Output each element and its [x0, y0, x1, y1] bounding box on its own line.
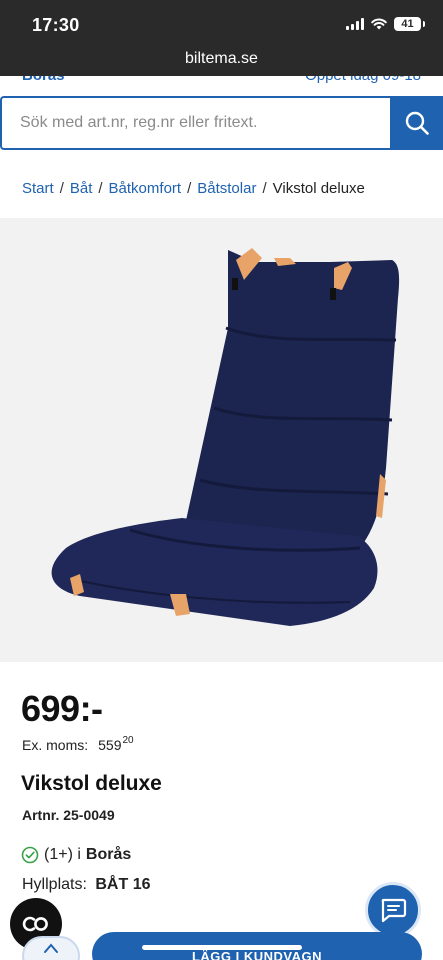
chat-icon [381, 898, 407, 923]
ex-vat-label: Ex. moms: [22, 737, 89, 753]
search-input[interactable] [0, 96, 390, 150]
opening-hours: Öppet idag 09-18 [305, 76, 421, 84]
ex-vat-decimals: 20 [122, 735, 134, 746]
wifi-icon [371, 18, 387, 30]
product-price: 699:- [21, 688, 103, 729]
breadcrumb-separator: / [59, 180, 64, 197]
battery-icon: 41 [394, 17, 425, 31]
search-bar [0, 96, 443, 150]
signal-icon [346, 18, 364, 30]
search-button[interactable] [390, 96, 443, 150]
folding-chair-illustration [51, 248, 400, 626]
store-header: Borås Öppet idag 09-18 [0, 76, 443, 88]
status-time: 17:30 [32, 15, 80, 35]
shelf-label: Hyllplats: [22, 876, 87, 893]
compare-button[interactable] [22, 936, 80, 960]
stock-store: Borås [85, 846, 132, 863]
search-icon [405, 111, 429, 135]
article-number: Artnr. 25-0049 [22, 807, 115, 823]
price-ex-vat: Ex. moms: 559 20 [22, 735, 134, 753]
shelf-location: Hyllplats: BÅT 16 [22, 876, 150, 894]
product-title: Vikstol deluxe [21, 772, 162, 795]
breadcrumb-batkomfort[interactable]: Båtkomfort [109, 180, 182, 197]
breadcrumb-current: Vikstol deluxe [272, 180, 365, 197]
ex-vat-integer: 559 [98, 737, 122, 753]
product-image[interactable] [0, 218, 443, 662]
stock-status[interactable]: (1+) i Borås [21, 846, 131, 864]
breadcrumb-separator: / [187, 180, 192, 197]
breadcrumb-separator: / [262, 180, 267, 197]
co-icon [22, 916, 48, 932]
home-indicator [142, 945, 302, 950]
selected-store[interactable]: Borås [22, 76, 65, 84]
breadcrumb-separator: / [98, 180, 103, 197]
status-bar: 17:30 41 [0, 0, 443, 46]
breadcrumb-batstolar[interactable]: Båtstolar [197, 180, 256, 197]
chat-button[interactable] [365, 882, 421, 938]
breadcrumb-bat[interactable]: Båt [70, 180, 93, 197]
compare-icon [44, 943, 58, 953]
check-circle-icon [21, 846, 39, 864]
status-icons: 41 [346, 17, 425, 31]
stock-count: (1+) i [44, 846, 81, 863]
breadcrumb: Start / Båt / Båtkomfort / Båtstolar / V… [22, 180, 365, 197]
breadcrumb-start[interactable]: Start [22, 180, 54, 197]
address-bar[interactable]: biltema.se [0, 46, 443, 76]
shelf-value: BÅT 16 [95, 876, 151, 893]
